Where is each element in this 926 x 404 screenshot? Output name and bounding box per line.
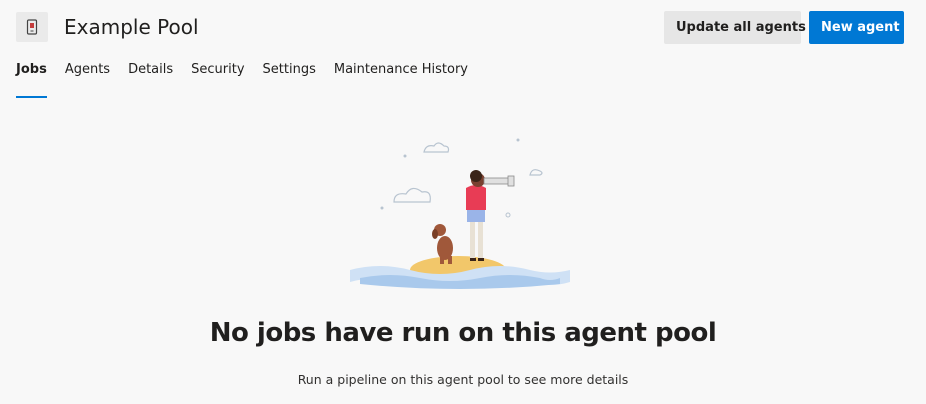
tab-bar: Jobs Agents Details Security Settings Ma… bbox=[16, 56, 486, 98]
page-title: Example Pool bbox=[64, 15, 199, 39]
tab-maintenance-history[interactable]: Maintenance History bbox=[334, 56, 468, 92]
update-all-agents-button[interactable]: Update all agents bbox=[664, 11, 806, 44]
tab-jobs[interactable]: Jobs bbox=[16, 56, 47, 98]
agent-pool-icon bbox=[16, 12, 48, 42]
tab-agents[interactable]: Agents bbox=[65, 56, 110, 92]
tab-security[interactable]: Security bbox=[191, 56, 244, 92]
empty-state-subtitle: Run a pipeline on this agent pool to see… bbox=[297, 372, 629, 387]
page-header: Example Pool Update all agents New agent bbox=[0, 0, 926, 56]
new-agent-button[interactable]: New agent bbox=[809, 11, 904, 44]
empty-state-illustration bbox=[340, 130, 580, 300]
empty-state-title: No jobs have run on this agent pool bbox=[209, 318, 717, 348]
tab-details[interactable]: Details bbox=[128, 56, 173, 92]
tab-settings[interactable]: Settings bbox=[263, 56, 316, 92]
